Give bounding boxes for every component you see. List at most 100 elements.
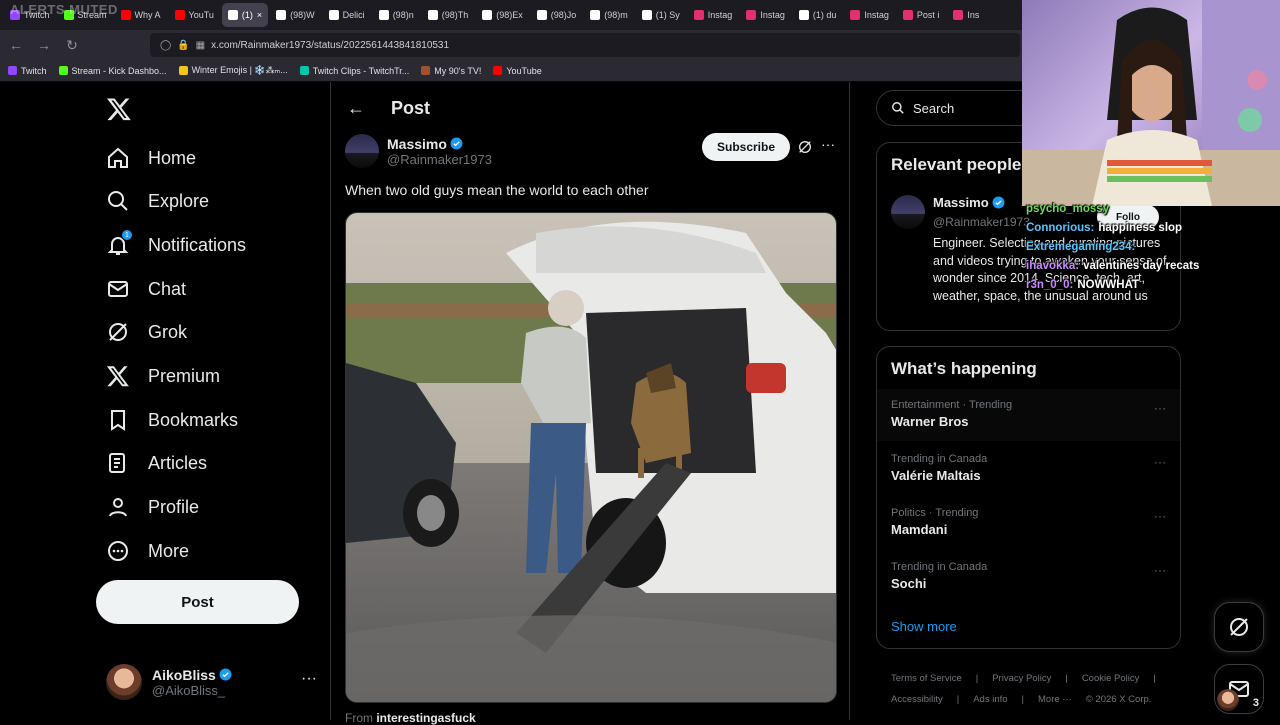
footer-link[interactable]: Terms of Service xyxy=(891,673,962,684)
bookmark-favicon-icon xyxy=(421,66,431,75)
browser-tab[interactable]: Post i xyxy=(897,3,946,27)
tab-favicon-icon xyxy=(120,10,131,20)
sidebar-item-bookmarks[interactable]: Bookmarks xyxy=(106,405,238,435)
sidebar-item-profile[interactable]: Profile xyxy=(106,492,199,522)
tab-close-icon[interactable]: × xyxy=(257,10,262,20)
relevant-name[interactable]: Massimo xyxy=(933,195,989,210)
show-more-link[interactable]: Show more xyxy=(891,619,957,634)
back-arrow-icon[interactable]: ← xyxy=(347,98,365,119)
browser-tab[interactable]: Why A xyxy=(115,3,167,27)
browser-tab[interactable]: Stream xyxy=(58,3,113,27)
browser-tab[interactable]: (1) Sy xyxy=(636,3,686,27)
more-dots-icon[interactable]: ··· xyxy=(301,670,317,688)
stream-chat-message: Connorious: happiness slop xyxy=(1026,219,1280,238)
footer-link[interactable]: Ads info xyxy=(973,694,1007,705)
chat-float-button[interactable]: 3 xyxy=(1214,664,1264,714)
browser-tab[interactable]: YouTu xyxy=(169,3,220,27)
tab-favicon-icon xyxy=(798,10,809,20)
browser-tab[interactable]: Twitch xyxy=(4,3,56,27)
tab-label: Ins xyxy=(967,10,980,20)
chat-text: valentines day recats xyxy=(1083,260,1200,272)
browser-tab[interactable]: Instag xyxy=(688,3,739,27)
trend-meta: Trending in Canada xyxy=(891,561,988,573)
trend-title: Mamdani xyxy=(891,522,948,537)
trend-item[interactable]: Trending in Canada Sochi ··· xyxy=(877,551,1180,603)
video-frame xyxy=(346,213,836,702)
browser-tab[interactable]: (98)Th xyxy=(422,3,475,27)
browser-tab[interactable]: (1) × xyxy=(221,3,269,27)
tab-label: Delici xyxy=(342,10,365,20)
grok-float-button[interactable] xyxy=(1214,602,1264,652)
bookmark-item[interactable]: Twitch xyxy=(8,66,47,76)
more-dots-icon[interactable]: ··· xyxy=(821,136,835,152)
mail-icon xyxy=(108,281,128,297)
browser-tab[interactable]: (98)n xyxy=(373,3,420,27)
sidebar-item-articles[interactable]: Articles xyxy=(106,448,207,478)
more-dots-icon[interactable]: ··· xyxy=(1154,455,1166,469)
back-icon[interactable]: ← xyxy=(4,33,28,57)
bookmark-item[interactable]: Stream - Kick Dashbo... xyxy=(58,66,167,76)
avatar[interactable] xyxy=(345,134,379,168)
browser-tab[interactable]: Instag xyxy=(844,3,895,27)
more-dots-icon[interactable]: ··· xyxy=(1154,509,1166,523)
bookmark-item[interactable]: My 90's TV! xyxy=(421,66,481,76)
trend-item[interactable]: Trending in Canada Valérie Maltais ··· xyxy=(877,443,1180,495)
chat-text: happiness slop xyxy=(1098,222,1183,234)
sidebar-item-more[interactable]: More xyxy=(106,536,189,566)
browser-tab[interactable]: Instag xyxy=(740,3,791,27)
sidebar-item-grok[interactable]: Grok xyxy=(106,317,187,347)
sidebar-item-home[interactable]: Home xyxy=(106,143,196,173)
bookmark-favicon-icon xyxy=(58,66,68,75)
subscribe-button[interactable]: Subscribe xyxy=(702,133,790,161)
avatar[interactable] xyxy=(891,195,925,229)
address-bar[interactable]: ◯ 🔒 ▦ x.com/Rainmaker1973/status/2022561… xyxy=(150,33,1020,57)
browser-tab[interactable]: Ins xyxy=(947,3,985,27)
bookmark-item[interactable]: Twitch Clips - TwitchTr... xyxy=(299,65,410,76)
left-sidebar: Home Explore 1 Notifications Chat Grok Premium… xyxy=(96,82,330,720)
post-source[interactable]: From interestingasfuck xyxy=(345,711,476,725)
more-dots-icon[interactable]: ··· xyxy=(1154,563,1166,577)
account-switcher[interactable]: AikoBliss @AikoBliss_ ··· xyxy=(106,662,321,702)
more-dots-icon[interactable]: ··· xyxy=(1154,401,1166,415)
browser-tab[interactable]: (98)Jo xyxy=(531,3,583,27)
trend-item[interactable]: Politics · Trending Mamdani ··· xyxy=(877,497,1180,549)
x-logo-icon[interactable] xyxy=(106,96,132,122)
forward-icon[interactable]: → xyxy=(32,33,56,57)
author-handle[interactable]: @Rainmaker1973 xyxy=(387,152,492,167)
footer-divider: | xyxy=(1021,694,1025,705)
grok-icon[interactable] xyxy=(797,139,813,155)
sidebar-item-chat[interactable]: Chat xyxy=(106,274,186,304)
sidebar-item-explore[interactable]: Explore xyxy=(106,186,209,216)
footer-link[interactable]: © 2026 X Corp. xyxy=(1086,694,1152,705)
bookmark-label: Twitch Clips - TwitchTr... xyxy=(312,65,410,76)
footer-link[interactable]: Cookie Policy xyxy=(1082,673,1140,684)
browser-tab[interactable]: Delici xyxy=(323,3,371,27)
bookmark-item[interactable]: Winter Emojis | ❄️⁂ₘ... xyxy=(178,65,288,76)
browser-tab[interactable]: (98)m xyxy=(584,3,634,27)
sidebar-item-notifications[interactable]: 1 Notifications xyxy=(106,229,247,260)
footer-link[interactable]: Accessibility xyxy=(891,694,943,705)
browser-tab[interactable]: (98)Ex xyxy=(476,3,529,27)
bookmark-favicon-icon xyxy=(8,66,17,75)
bookmark-item[interactable]: YouTube xyxy=(493,66,542,76)
browser-tab[interactable]: (98)W xyxy=(270,3,321,27)
sidebar-item-premium[interactable]: Premium xyxy=(106,361,220,391)
footer-divider: | xyxy=(1153,673,1156,684)
whats-happening-card: What’s happening Entertainment · Trendin… xyxy=(876,346,1181,649)
trend-item[interactable]: Entertainment · Trending Warner Bros ··· xyxy=(877,389,1180,441)
post-header: ← Post xyxy=(331,94,430,122)
author-name[interactable]: Massimo xyxy=(387,136,447,152)
whats-happening-title: What’s happening xyxy=(891,359,1037,378)
post-video[interactable] xyxy=(345,212,837,703)
relevant-handle[interactable]: @Rainmaker1973 xyxy=(933,215,1030,229)
sidebar-item-label: Notifications xyxy=(148,234,247,255)
notification-badge: 1 xyxy=(121,229,133,241)
browser-tab[interactable]: (1) du xyxy=(793,3,843,27)
footer-link[interactable]: More ··· xyxy=(1038,694,1072,705)
post-author[interactable]: Massimo @Rainmaker1973 xyxy=(345,134,492,168)
reload-icon[interactable]: ↻ xyxy=(60,33,84,57)
post-button[interactable]: Post xyxy=(96,580,299,624)
trend-title: Valérie Maltais xyxy=(891,468,981,483)
trend-meta: Trending in Canada xyxy=(891,453,988,465)
footer-link[interactable]: Privacy Policy xyxy=(992,673,1051,684)
